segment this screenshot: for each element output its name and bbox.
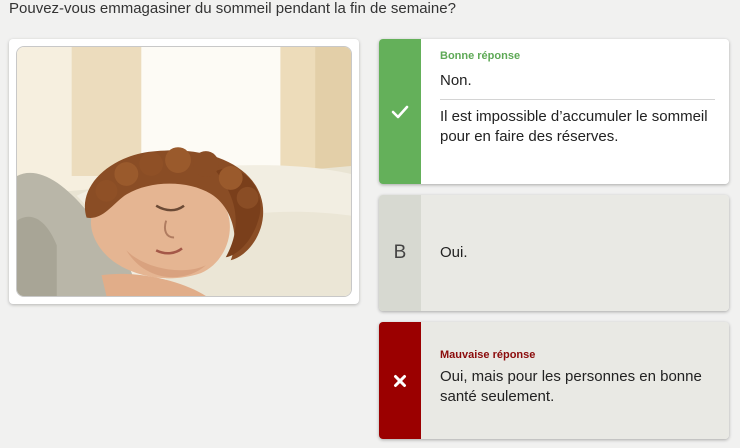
- answer-text: Non.: [440, 72, 472, 89]
- answer-marker: [379, 39, 421, 184]
- sleeping-person-illustration: [16, 46, 352, 297]
- answer-text: Oui, mais pour les personnes en bonne sa…: [440, 368, 702, 405]
- answer-marker: B: [379, 195, 421, 311]
- cross-icon: [394, 374, 406, 387]
- checkmark-icon: [391, 105, 409, 118]
- answer-body: Mauvaise réponse Oui, mais pour les pers…: [421, 322, 729, 439]
- answer-marker: [379, 322, 421, 439]
- answer-body: Bonne réponse Non. Il est impossible d’a…: [421, 39, 729, 184]
- question-text: Pouvez-vous emmagasiner du sommeil penda…: [9, 0, 456, 17]
- correct-answer-label: Bonne réponse: [440, 50, 521, 62]
- answer-option-b[interactable]: B Oui.: [379, 195, 729, 311]
- answer-explanation: Il est impossible d’accumuler le sommeil…: [440, 108, 708, 145]
- divider: [440, 99, 715, 100]
- illustration-card: [9, 39, 359, 304]
- option-letter: B: [393, 242, 407, 263]
- answer-text: Oui.: [440, 244, 468, 261]
- answer-option-wrong[interactable]: Mauvaise réponse Oui, mais pour les pers…: [379, 322, 729, 439]
- answer-option-correct[interactable]: Bonne réponse Non. Il est impossible d’a…: [379, 39, 729, 184]
- answer-body: Oui.: [421, 195, 729, 311]
- wrong-answer-label: Mauvaise réponse: [440, 349, 536, 361]
